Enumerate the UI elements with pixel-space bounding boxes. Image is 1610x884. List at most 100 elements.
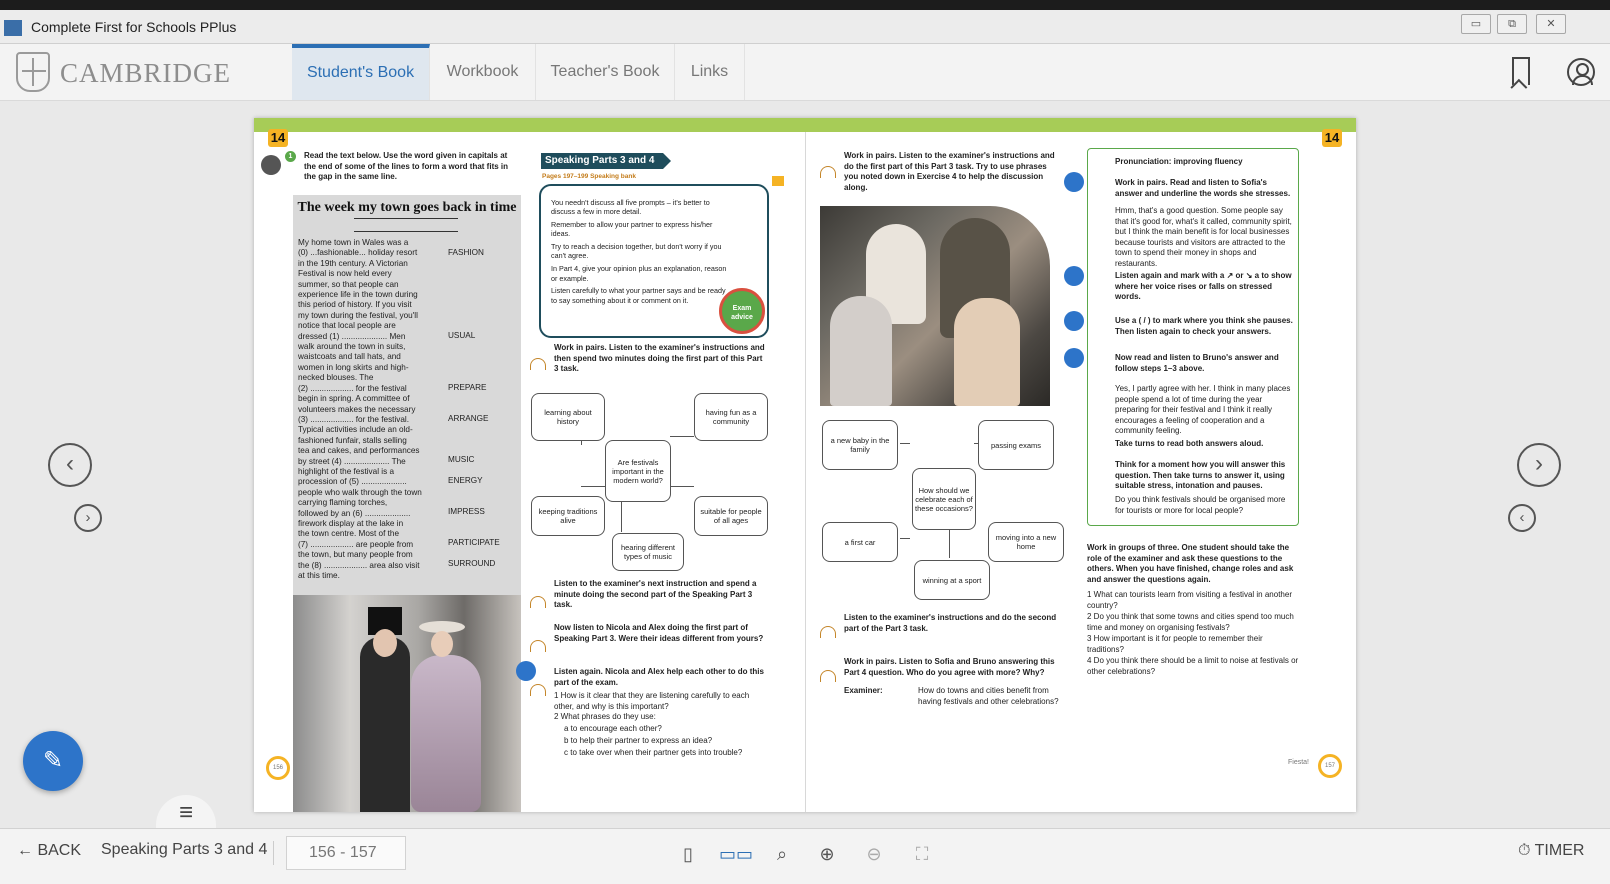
- back-button[interactable]: ← BACK: [17, 842, 81, 860]
- prev-section-button[interactable]: ‹: [1508, 504, 1536, 532]
- tab-links[interactable]: Links: [675, 44, 745, 100]
- exam-advice-badge: Exam advice: [719, 288, 765, 334]
- caps-word: IMPRESS: [448, 507, 485, 516]
- exercise-4: Listen again. Nicola and Alex help each …: [554, 667, 764, 687]
- single-page-icon[interactable]: ▯: [676, 842, 700, 866]
- tab-teachers-book[interactable]: Teacher's Book: [536, 44, 675, 100]
- footer-label: Fiesta!: [1288, 759, 1310, 766]
- exercise-9: Work in groups of three. One student sho…: [1087, 543, 1294, 584]
- exercise-3: Now listen to Nicola and Alex doing the …: [554, 623, 764, 643]
- page-number-input[interactable]: 156 - 157: [286, 836, 406, 870]
- advice-item: Try to reach a decision together, but do…: [551, 242, 722, 261]
- app-icon: [4, 20, 22, 36]
- caps-word: FASHION: [448, 248, 484, 257]
- caps-word: PARTICIPATE: [448, 538, 500, 547]
- unit-number-left: 14: [268, 129, 288, 147]
- mindmap-node: winning at a sport: [914, 560, 990, 600]
- victorian-couple-photo: [293, 595, 521, 812]
- caps-word: SURROUND: [448, 559, 496, 568]
- exercise-2: Listen to the examiner's next instructio…: [554, 579, 757, 609]
- mindmap-node: a first car: [822, 522, 898, 562]
- examiner-label: Examiner:: [844, 686, 883, 695]
- audio-icon[interactable]: [530, 358, 546, 370]
- story-title: The week my town goes back in time: [297, 200, 517, 215]
- exercise-9-item: 2 Do you think that some towns and citie…: [1087, 612, 1294, 632]
- audio-icon[interactable]: [820, 670, 836, 682]
- exercise-instruction: Work in pairs. Listen to the examiner's …: [554, 343, 765, 373]
- timer-button[interactable]: ⏱ TIMER: [1518, 842, 1584, 860]
- audio-icon[interactable]: [820, 166, 836, 178]
- minimize-button[interactable]: ▭: [1461, 14, 1491, 34]
- audio-icon[interactable]: [820, 626, 836, 638]
- pages-reference[interactable]: Pages 197–199 Speaking bank: [542, 173, 636, 180]
- book-spine: [805, 132, 806, 812]
- user-profile-icon[interactable]: [1567, 58, 1595, 86]
- exercise-6: Listen to the examiner's instructions an…: [844, 613, 1057, 633]
- exercise-4-item: b to help their partner to express an id…: [564, 736, 713, 745]
- zoom-exercise-icon[interactable]: [1064, 348, 1084, 368]
- prev-page-button[interactable]: ‹: [48, 443, 92, 487]
- bookmark-icon[interactable]: [1512, 57, 1530, 85]
- mindmap-node: moving into a new home: [988, 522, 1064, 562]
- pron-sample: Yes, I partly agree with her. I think in…: [1115, 384, 1291, 435]
- tab-workbook[interactable]: Workbook: [430, 44, 536, 100]
- bottom-toolbar: ← BACK Speaking Parts 3 and 4 156 - 157 …: [0, 828, 1610, 884]
- examiner-question: How do towns and cities benefit from hav…: [918, 686, 1059, 706]
- exercise-9-item: 1 What can tourists learn from visiting …: [1087, 590, 1292, 610]
- audio-icon[interactable]: [530, 640, 546, 652]
- zoom-exercise-icon[interactable]: [516, 661, 536, 681]
- caps-word: MUSIC: [448, 455, 475, 464]
- zoom-exercise-icon[interactable]: [1064, 311, 1084, 331]
- cambridge-logo: CAMBRIDGE: [16, 52, 236, 96]
- exercise-number: 1: [285, 151, 296, 162]
- caps-word: PREPARE: [448, 383, 487, 392]
- timer-label: TIMER: [1534, 842, 1585, 859]
- restore-button[interactable]: ⧉: [1497, 14, 1527, 34]
- pron-item: Work in pairs. Read and listen to Sofia'…: [1115, 178, 1291, 198]
- mindmap-node: passing exams: [978, 420, 1054, 470]
- breadcrumb: Speaking Parts 3 and 4: [101, 841, 275, 865]
- tab-students-book[interactable]: Student's Book: [292, 44, 430, 100]
- exercise-4-item: a to encourage each other?: [564, 724, 662, 733]
- flag-icon: [772, 176, 784, 186]
- zoom-in-icon[interactable]: ⊕: [815, 842, 839, 866]
- mindmap-node: learning about history: [531, 393, 605, 441]
- exercise-9-item: 3 How important is it for people to reme…: [1087, 634, 1263, 654]
- page-number-right: 157: [1318, 754, 1342, 778]
- mindmap-node: having fun as a community: [694, 393, 768, 441]
- app-header: CAMBRIDGE Student's Book Workbook Teache…: [0, 44, 1610, 101]
- exercise-1-instruction: Read the text below. Use the word given …: [304, 151, 509, 181]
- next-section-button[interactable]: ›: [74, 504, 102, 532]
- zoom-out-icon[interactable]: ⊖: [862, 842, 886, 866]
- audio-icon[interactable]: [530, 684, 546, 696]
- zoom-exercise-icon[interactable]: [1064, 172, 1084, 192]
- app-window: Complete First for Schools PPlus ▭ ⧉ ✕ C…: [0, 0, 1610, 884]
- caps-word: ENERGY: [448, 476, 483, 485]
- caps-word: USUAL: [448, 331, 476, 340]
- zoom-exercise-icon[interactable]: [1064, 266, 1084, 286]
- window-title: Complete First for Schools PPlus: [31, 19, 237, 35]
- advice-item: You needn't discuss all five prompts – i…: [551, 198, 710, 217]
- audio-icon[interactable]: [530, 596, 546, 608]
- pron-sample: Do you think festivals should be organis…: [1115, 495, 1286, 515]
- pron-item: Take turns to read both answers aloud.: [1115, 439, 1264, 448]
- double-page-icon[interactable]: ▭▭: [719, 842, 753, 866]
- cursor-tool-icon[interactable]: [261, 155, 281, 175]
- pron-item: Think for a moment how you will answer t…: [1115, 460, 1286, 490]
- fit-page-icon[interactable]: ⛶: [910, 842, 934, 866]
- brand-name: CAMBRIDGE: [60, 58, 232, 88]
- pron-item: Now read and listen to Bruno's answer an…: [1115, 353, 1279, 373]
- close-button[interactable]: ✕: [1536, 14, 1566, 34]
- pron-sample: Hmm, that's a good question. Some people…: [1115, 206, 1292, 268]
- exercise-5: Work in pairs. Listen to the examiner's …: [844, 151, 1055, 192]
- annotate-pen-button[interactable]: ✎: [23, 731, 83, 791]
- decorative-divider: [354, 218, 458, 232]
- next-page-button[interactable]: ›: [1517, 443, 1561, 487]
- mindmap-node: a new baby in the family: [822, 420, 898, 470]
- unit-header-bar: [254, 118, 1356, 132]
- book-spread: 14 14 1 Read the text below. Use the wor…: [254, 118, 1356, 812]
- mindmap-node: hearing different types of music: [612, 533, 684, 571]
- section-tag: Speaking Parts 3 and 4: [541, 153, 671, 169]
- title-bar: Complete First for Schools PPlus ▭ ⧉ ✕: [0, 0, 1610, 44]
- zoom-area-icon[interactable]: ⌕: [770, 842, 794, 866]
